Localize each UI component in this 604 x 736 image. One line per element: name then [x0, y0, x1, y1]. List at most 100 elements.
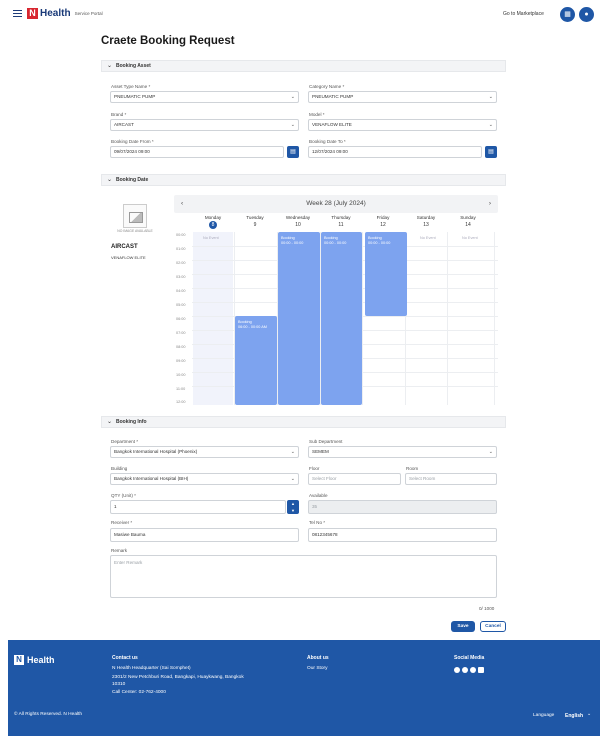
save-button[interactable]: Save — [451, 621, 475, 632]
section-title: Booking Asset — [116, 63, 151, 69]
calendar-icon: ▤ — [488, 149, 494, 155]
facebook-icon[interactable] — [454, 667, 460, 673]
building-select[interactable]: Bangkok International Hospital (BIH) ⌄ — [110, 473, 299, 485]
qty-input[interactable]: 1 — [110, 500, 286, 514]
sub-department-select[interactable]: SEMEM ⌄ — [308, 446, 497, 458]
our-story-link[interactable]: Our Story — [307, 666, 328, 671]
room-select[interactable]: Select Room — [405, 473, 497, 485]
floor-select[interactable]: Select Floor — [308, 473, 401, 485]
day-number[interactable]: 12 — [363, 221, 403, 229]
time-label: 00:00 — [176, 233, 186, 237]
day-number[interactable]: 14 — [448, 221, 488, 229]
day-number[interactable]: 9 — [235, 221, 275, 229]
week-calendar: ‹ Week 28 (July 2024) › Monday Tuesday W… — [174, 195, 498, 405]
footer-logo[interactable]: N Health — [14, 655, 55, 665]
line-icon[interactable] — [470, 667, 476, 673]
day-number: 8 — [209, 221, 217, 229]
time-label: 04:00 — [176, 289, 186, 293]
brand-select[interactable]: AIRCAST ⌄ — [110, 119, 299, 131]
logo[interactable]: N Health Service Portal — [27, 8, 103, 19]
marketplace-link[interactable]: Go to Marketplace — [503, 11, 544, 17]
social-title: Social Media — [454, 655, 485, 661]
next-week-icon[interactable]: › — [489, 195, 491, 213]
day-name: Tuesday — [246, 215, 264, 220]
time-label: 12:00 — [176, 400, 186, 404]
booking-event[interactable]: Booking 00:00 - 00:00 — [278, 232, 320, 405]
catalog-button[interactable]: ▦ — [560, 7, 575, 22]
time-label: 09:00 — [176, 359, 186, 363]
asset-model: VENAFLOW ELITE — [111, 255, 146, 260]
contact-postcode: 10310 — [112, 682, 126, 687]
remark-textarea[interactable]: Enter Remark — [110, 555, 497, 598]
sub-department-value: SEMEM — [312, 449, 329, 454]
asset-type-select[interactable]: PNEUMATIC PUMP ⌄ — [110, 91, 299, 103]
cancel-button[interactable]: Cancel — [480, 621, 506, 632]
model-value: VENAFLOW ELITE — [312, 122, 352, 127]
profile-button[interactable]: ● — [579, 7, 594, 22]
booking-time: 06:00 - 00:00 AM — [238, 325, 267, 329]
asset-brand: AIRCAST — [111, 244, 138, 250]
model-select[interactable]: VENAFLOW ELITE ⌄ — [308, 119, 497, 131]
chevron-down-icon: ⌄ — [107, 177, 113, 183]
time-label: 03:00 — [176, 275, 186, 279]
no-event-label: No Event — [462, 236, 478, 240]
chevron-down-icon: ⌄ — [488, 94, 493, 100]
top-bar: N Health Service Portal Go to Marketplac… — [0, 0, 604, 30]
date-to-label: Booking Date To * — [309, 139, 346, 144]
date-to-input[interactable]: 12/07/2024 09:00 — [308, 146, 482, 158]
category-value: PNEUMATIC PUMP — [312, 94, 354, 99]
chevron-down-icon[interactable]: ▼ — [287, 507, 299, 514]
time-label: 10:00 — [176, 373, 186, 377]
day-number[interactable]: 13 — [406, 221, 446, 229]
section-title: Booking Date — [116, 177, 149, 183]
sub-department-label: Sub Department — [309, 439, 343, 444]
category-select[interactable]: PNEUMATIC PUMP ⌄ — [308, 91, 497, 103]
day-number[interactable]: 10 — [278, 221, 318, 229]
instagram-icon[interactable] — [462, 667, 468, 673]
logo-n-icon: N — [27, 8, 38, 19]
day-name: Friday — [376, 215, 390, 220]
room-label: Room — [406, 466, 419, 471]
prev-week-icon[interactable]: ‹ — [181, 195, 183, 213]
week-label: Week 28 (July 2024) — [306, 200, 366, 207]
date-from-input[interactable]: 09/07/2024 09:00 — [110, 146, 284, 158]
chevron-up-icon[interactable]: ▲ — [287, 500, 299, 507]
section-booking-asset[interactable]: ⌄ Booking Asset — [101, 60, 506, 72]
qty-stepper[interactable]: ▲ ▼ — [287, 500, 299, 514]
language-select[interactable]: English — [565, 713, 583, 719]
chevron-down-icon[interactable]: ⌄ — [587, 712, 591, 717]
chevron-down-icon: ⌄ — [290, 449, 295, 455]
booking-event[interactable]: Booking 00:00 - 00:00 — [365, 232, 407, 316]
chevron-down-icon: ⌄ — [107, 419, 113, 425]
date-from-calendar-button[interactable]: ▤ — [287, 146, 299, 158]
section-booking-date[interactable]: ⌄ Booking Date — [101, 174, 506, 186]
menu-icon[interactable] — [13, 10, 22, 17]
calendar-nav: ‹ Week 28 (July 2024) › — [174, 195, 498, 213]
youtube-icon[interactable] — [478, 667, 484, 673]
date-from-label: Booking Date From * — [111, 139, 154, 144]
no-event-label: No Event — [420, 236, 436, 240]
booking-time: 00:00 - 00:00 — [324, 241, 347, 245]
tel-input[interactable]: 0812345678 — [308, 528, 497, 542]
catalog-icon: ▦ — [564, 11, 571, 18]
day-name: Saturday — [416, 215, 436, 220]
section-booking-info[interactable]: ⌄ Booking Info — [101, 416, 506, 428]
logo-n-icon: N — [14, 655, 24, 665]
day-number-today[interactable]: 8 — [193, 221, 233, 229]
logo-subtitle: Service Portal — [74, 11, 103, 16]
footer-brand: Health — [27, 655, 55, 665]
department-value: Bangkok International Hospital (Phoenix) — [114, 449, 198, 454]
booking-event[interactable]: Booking 06:00 - 00:00 AM — [235, 316, 277, 405]
day-number[interactable]: 11 — [321, 221, 361, 229]
floor-label: Floor — [309, 466, 320, 471]
about-title: About us — [307, 655, 329, 661]
time-label: 11:00 — [176, 387, 186, 391]
available-label: Available — [309, 493, 328, 498]
date-to-calendar-button[interactable]: ▤ — [485, 146, 497, 158]
chevron-down-icon: ⌄ — [488, 449, 493, 455]
booking-event[interactable]: Booking 00:00 - 00:00 — [321, 232, 362, 405]
asset-type-value: PNEUMATIC PUMP — [114, 94, 156, 99]
department-select[interactable]: Bangkok International Hospital (Phoenix)… — [110, 446, 299, 458]
receiver-input[interactable]: Masiwe Bauma — [110, 528, 299, 542]
tel-label: Tel No * — [309, 520, 326, 525]
